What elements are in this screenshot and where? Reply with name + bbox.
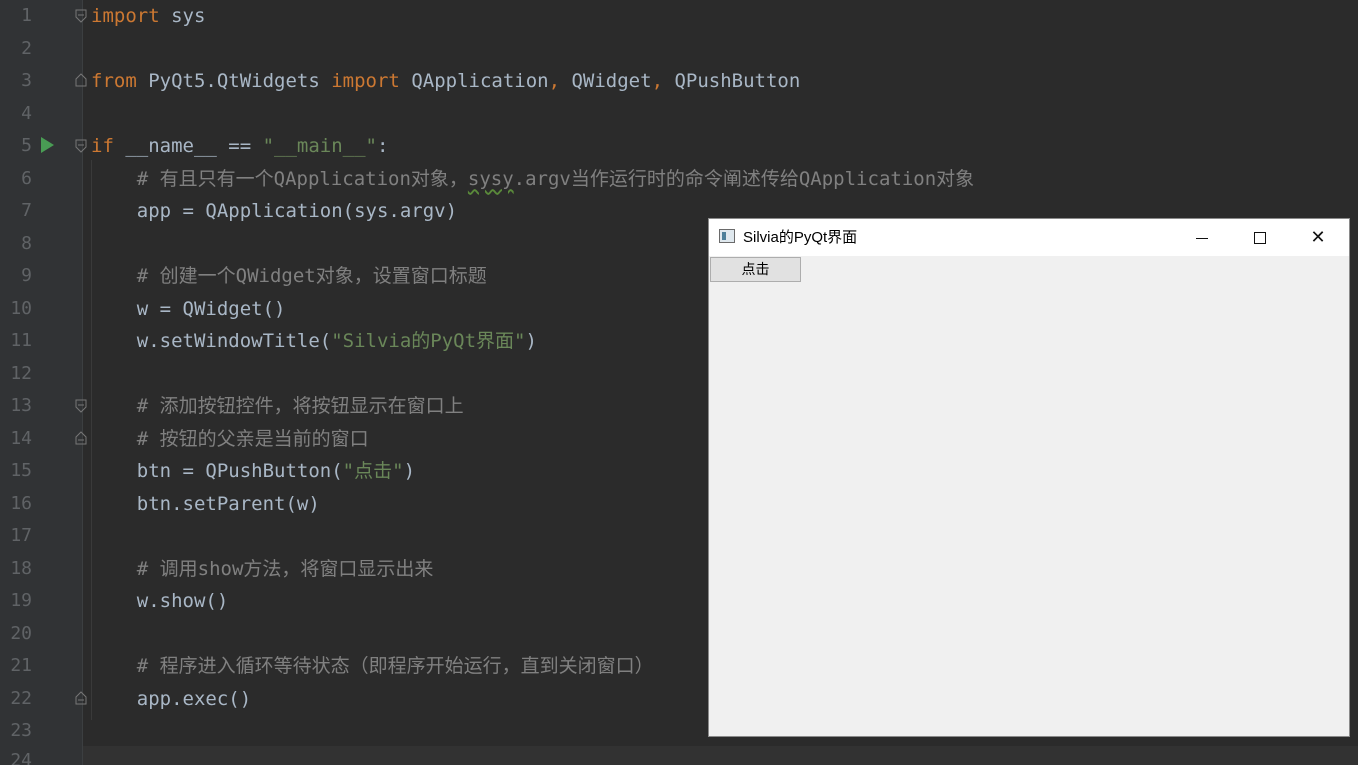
line-number: 16 [10, 492, 32, 514]
code-text: ) [403, 460, 416, 482]
string-literal: "点击" [342, 460, 404, 482]
comment: # 有且只有一个QApplication对象， [91, 167, 468, 190]
window-titlebar[interactable]: Silvia的PyQt界面 ✕ [709, 219, 1349, 256]
code-line-18[interactable]: # 调用show方法，将窗口显示出来 [91, 553, 434, 585]
code-line-3[interactable]: from PyQt5.QtWidgets import QApplication… [91, 65, 800, 97]
current-line-highlight [83, 746, 1358, 765]
code-line-13[interactable]: # 添加按钮控件，将按钮显示在窗口上 [91, 390, 464, 422]
line-number: 9 [21, 265, 32, 286]
punctuation: , [651, 70, 664, 92]
code-line-21[interactable]: # 程序进入循环等待状态（即程序开始运行，直到关闭窗口） [91, 650, 654, 682]
fold-end-icon[interactable] [74, 691, 88, 705]
code-line-10[interactable]: w = QWidget() [91, 293, 286, 325]
string-literal: "__main__" [262, 135, 377, 157]
fold-end-icon[interactable] [74, 431, 88, 445]
line-number: 1 [21, 5, 32, 26]
keyword: import [91, 5, 160, 27]
code-text: : [377, 135, 389, 157]
line-number: 3 [21, 70, 32, 91]
qt-window[interactable]: Silvia的PyQt界面 ✕ 点击 [709, 219, 1349, 736]
fold-collapse-icon[interactable] [74, 139, 88, 153]
code-text: QPushButton [663, 70, 801, 92]
keyword: if [91, 135, 114, 157]
line-number: 18 [10, 557, 32, 579]
code-line-22[interactable]: app.exec() [91, 683, 251, 715]
line-number-gutter[interactable]: 1 2 3 4 5 6 7 8 9 10 11 12 13 14 15 16 1… [0, 0, 87, 765]
code-text: QWidget [560, 70, 652, 92]
line-number: 20 [10, 622, 32, 644]
app-window-icon [719, 229, 735, 243]
punctuation: , [548, 70, 561, 92]
keyword: import [331, 70, 400, 92]
code-text: ) [525, 330, 537, 352]
run-icon[interactable] [41, 137, 54, 153]
line-number: 8 [21, 232, 32, 254]
line-number: 11 [10, 330, 32, 351]
fold-collapse-icon[interactable] [74, 9, 88, 23]
line-number: 24 [10, 750, 32, 765]
window-title: Silvia的PyQt界面 [743, 229, 858, 246]
line-number: 4 [21, 102, 32, 124]
code-line-14[interactable]: # 按钮的父亲是当前的窗口 [91, 423, 369, 455]
maximize-button[interactable] [1231, 219, 1289, 256]
minimize-button[interactable] [1173, 219, 1231, 256]
close-icon: ✕ [1310, 227, 1326, 247]
code-text: w.setWindowTitle( [91, 330, 332, 352]
typo-warning: sysy [467, 167, 514, 190]
string-literal: "Silvia的PyQt界面" [331, 330, 526, 352]
close-button[interactable]: ✕ [1289, 219, 1347, 256]
code-line-6[interactable]: # 有且只有一个QApplication对象，sysy.argv当作运行时的命令… [91, 163, 974, 195]
code-text: __name__ == [113, 135, 263, 157]
line-number: 10 [10, 297, 32, 319]
line-number: 14 [10, 427, 32, 449]
line-number: 22 [10, 687, 32, 709]
minimize-icon [1196, 237, 1208, 239]
code-text: QApplication [399, 70, 549, 92]
code-line-5[interactable]: if __name__ == "__main__": [91, 130, 388, 162]
code-line-11[interactable]: w.setWindowTitle("Silvia的PyQt界面") [91, 325, 537, 357]
code-line-16[interactable]: btn.setParent(w) [91, 488, 320, 520]
line-number: 17 [10, 525, 32, 546]
line-number: 5 [21, 135, 32, 156]
line-number: 7 [21, 200, 32, 221]
click-button[interactable]: 点击 [710, 257, 801, 282]
line-number: 15 [10, 460, 32, 481]
code-line-19[interactable]: w.show() [91, 585, 229, 617]
code-text: btn = QPushButton( [91, 460, 343, 482]
line-number: 2 [21, 37, 32, 59]
line-number: 21 [10, 655, 32, 676]
code-text: PyQt5.QtWidgets [136, 70, 332, 92]
comment: .argv当作运行时的命令阐述传给QApplication对象 [513, 167, 975, 190]
keyword: from [91, 70, 137, 92]
line-number: 23 [10, 720, 32, 741]
code-line-15[interactable]: btn = QPushButton("点击") [91, 455, 415, 487]
line-number: 13 [10, 395, 32, 416]
fold-collapse-icon[interactable] [74, 399, 88, 413]
line-number: 6 [21, 167, 32, 189]
code-line-7[interactable]: app = QApplication(sys.argv) [91, 195, 457, 227]
fold-end-icon[interactable] [74, 73, 88, 87]
code-line-1[interactable]: import sys [91, 0, 205, 32]
line-number: 19 [10, 590, 32, 611]
code-text: sys [159, 5, 206, 27]
code-line-9[interactable]: # 创建一个QWidget对象，设置窗口标题 [91, 260, 487, 292]
line-number: 12 [10, 362, 32, 384]
maximize-icon [1254, 232, 1266, 245]
